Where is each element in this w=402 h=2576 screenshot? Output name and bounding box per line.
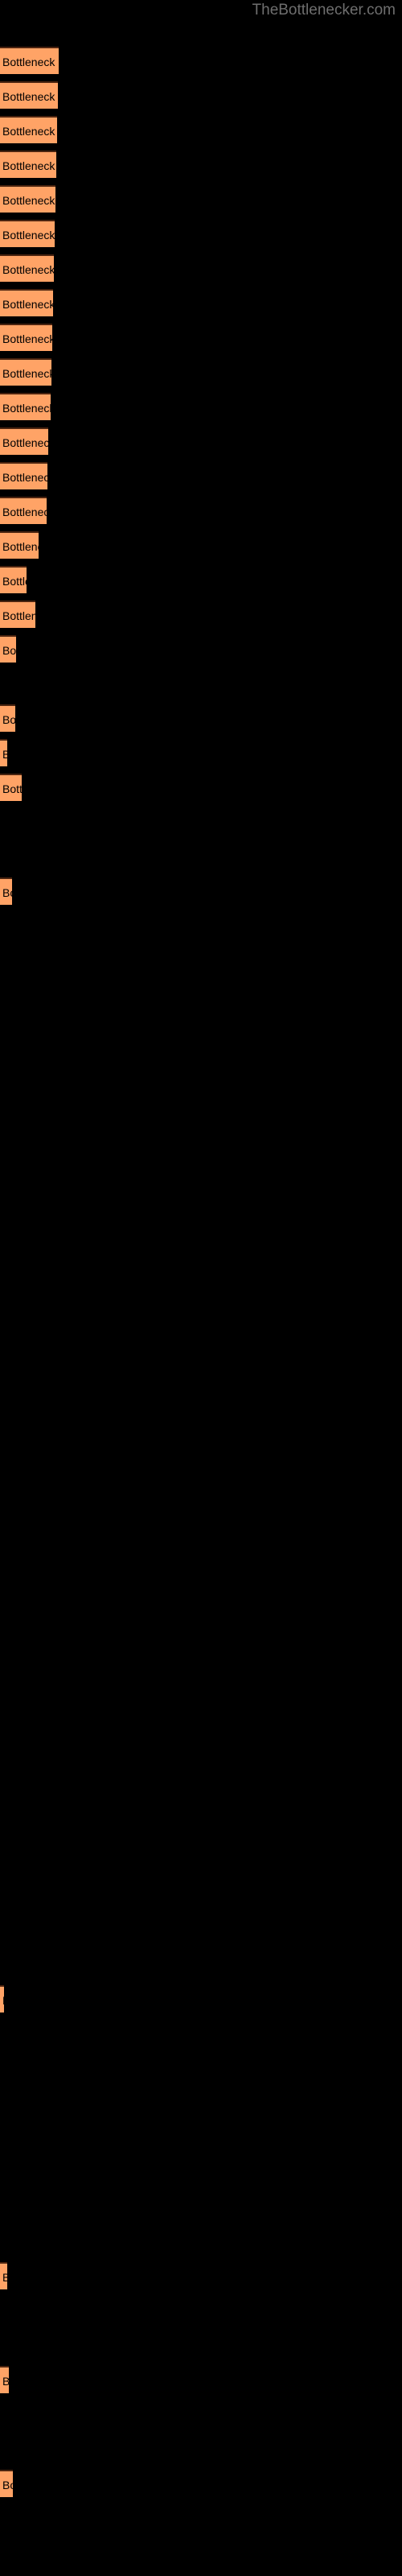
bar-row: Bottleneck result <box>0 47 59 74</box>
bottleneck-bar-chart: Bottleneck result Bottleneck result Bottle… <box>0 0 402 2576</box>
bar: Bottleneck result <box>0 531 39 559</box>
bar-row: Bottleneck result <box>0 427 48 455</box>
bar-label: Bottleneck result <box>2 2268 7 2286</box>
bar: Bottleneck result <box>0 47 59 74</box>
bar-row: Bottleneck result <box>0 774 22 801</box>
bar: Bottleneck result <box>0 462 47 489</box>
bar-row: Bottleneck result <box>0 877 12 905</box>
bar-label: Bottleneck result <box>2 194 55 207</box>
bar-label: Bottleneck result <box>2 402 51 415</box>
bar-row: Bottleneck result <box>0 289 53 316</box>
bar: Bottleneck result <box>0 566 27 593</box>
bar: Bottleneck result <box>0 393 51 420</box>
bar: Bottleneck result <box>0 2262 7 2289</box>
bar: Bottleneck result <box>0 254 54 282</box>
bar-label: Bottleneck result <box>2 1992 4 2009</box>
bar-row: Bottleneck result <box>0 2470 13 2497</box>
bar-label: Bottleneck result <box>2 540 39 553</box>
bar: Bottleneck result <box>0 704 15 732</box>
bar: Bottleneck result <box>0 774 22 801</box>
bar-row: Bottleneck result <box>0 704 15 732</box>
bar-row: Bottleneck result <box>0 393 51 420</box>
bar: Bottleneck result <box>0 2366 9 2393</box>
bar-label: Bottleneck result <box>2 56 59 68</box>
bar-label: Bottleneck result <box>2 332 52 345</box>
bar-row: Bottleneck result <box>0 81 58 109</box>
bar: Bottleneck result <box>0 497 47 524</box>
bar: Bottleneck result <box>0 289 53 316</box>
bar-label: Bottleneck result <box>2 229 55 242</box>
bar: Bottleneck result <box>0 635 16 663</box>
bar-label: Bottleneck result <box>2 159 56 172</box>
bar: Bottleneck result <box>0 427 48 455</box>
bar-row: Bottleneck result <box>0 220 55 247</box>
bar-row: Bottleneck result <box>0 254 54 282</box>
bar-label: Bottleneck result <box>2 886 12 899</box>
bar-row: Bottleneck result <box>0 358 51 386</box>
bar: Bottleneck result <box>0 185 55 213</box>
bar-row: Bottleneck result <box>0 739 7 766</box>
bar: Bottleneck result <box>0 81 58 109</box>
bar-row: Bottleneck result <box>0 151 56 178</box>
bar-label: Bottleneck result <box>2 506 47 518</box>
bar-label: Bottleneck result <box>2 367 51 380</box>
bar-row: Bottleneck result <box>0 497 47 524</box>
bar: Bottleneck result <box>0 739 7 766</box>
bar-label: Bottleneck result <box>2 745 7 763</box>
bar-label: Bottleneck result <box>2 263 54 276</box>
bar-row: Bottleneck result <box>0 116 57 143</box>
bar-label: Bottleneck result <box>2 436 48 449</box>
bar-label: Bottleneck result <box>2 782 22 795</box>
bar-label: Bottleneck result <box>2 644 16 657</box>
bar-label: Bottleneck result <box>2 2479 13 2491</box>
bar: Bottleneck result <box>0 324 52 351</box>
bar-label: Bottleneck result <box>2 2372 9 2390</box>
bar: Bottleneck result <box>0 220 55 247</box>
bar-row: Bottleneck result <box>0 324 52 351</box>
bar-row: Bottleneck result <box>0 2366 9 2393</box>
bar-row: Bottleneck result <box>0 601 35 628</box>
bar-row: Bottleneck result <box>0 635 16 663</box>
bar-row: Bottleneck result <box>0 462 47 489</box>
bar-label: Bottleneck result <box>2 471 47 484</box>
bar: Bottleneck result <box>0 116 57 143</box>
bar: Bottleneck result <box>0 877 12 905</box>
bar: Bottleneck result <box>0 358 51 386</box>
bar: Bottleneck result <box>0 2470 13 2497</box>
bar-row: Bottleneck result <box>0 566 27 593</box>
bar-label: Bottleneck result <box>2 575 27 588</box>
bar: Bottleneck result <box>0 151 56 178</box>
bar-label: Bottleneck result <box>2 298 53 311</box>
bar-label: Bottleneck result <box>2 90 58 103</box>
bar-label: Bottleneck result <box>2 125 57 138</box>
bar-label: Bottleneck result <box>2 609 35 622</box>
bar-row: Bottleneck result <box>0 1985 4 2013</box>
bar: Bottleneck result <box>0 601 35 628</box>
bar-label: Bottleneck result <box>2 713 15 726</box>
bar: Bottleneck result <box>0 1985 4 2013</box>
bar-row: Bottleneck result <box>0 2262 7 2289</box>
bar-row: Bottleneck result <box>0 531 39 559</box>
bar-row: Bottleneck result <box>0 185 55 213</box>
